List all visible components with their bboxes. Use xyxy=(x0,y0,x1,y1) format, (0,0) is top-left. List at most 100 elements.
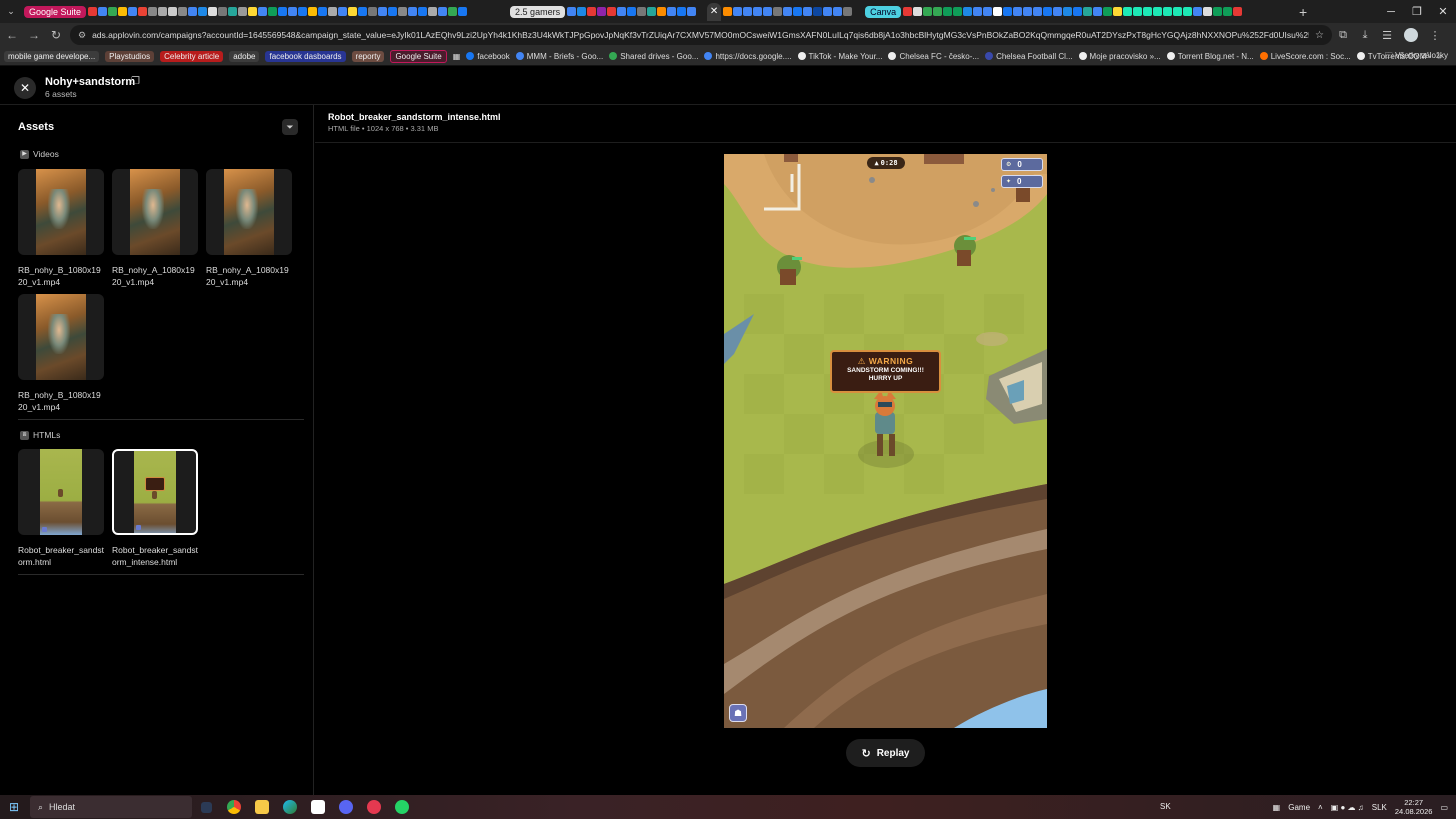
game-scene xyxy=(724,154,1047,728)
url-text[interactable]: ads.applovin.com/campaigns?accountId=164… xyxy=(92,30,1309,40)
videos-label: Videos xyxy=(33,149,59,159)
edge-icon[interactable] xyxy=(276,795,304,819)
bookmark-label: Chelsea Football Cl... xyxy=(996,51,1073,61)
video-asset[interactable]: RB_nohy_B_1080x1920_v1.mp4 xyxy=(18,169,104,288)
pinned-tab-favicons[interactable] xyxy=(88,7,508,16)
bookmark-folder[interactable]: reporty xyxy=(351,50,385,62)
file-explorer-icon[interactable] xyxy=(248,795,276,819)
windows-taskbar: ⊞ ⌕ Hledat SK ▦ Game ˄ ▣ ● ☁ ♫ SLK 22:27… xyxy=(0,795,1456,819)
tray-language[interactable]: SLK xyxy=(1372,803,1387,812)
counter-value: 0 xyxy=(1017,160,1022,169)
app-icon[interactable] xyxy=(360,795,388,819)
tab-group-gamers[interactable]: 2.5 gamers xyxy=(510,5,566,18)
htmls-section-label: ⧈ HTMLs xyxy=(20,430,60,440)
bookmark-link[interactable]: LiveScore.com : Soc... xyxy=(1259,52,1351,61)
input-language[interactable]: SK xyxy=(1160,802,1171,811)
filter-icon[interactable]: ⏷ xyxy=(282,119,298,135)
asset-name: RB_nohy_B_1080x1920_v1.mp4 xyxy=(18,265,101,287)
download-icon[interactable]: ⤓ xyxy=(1354,29,1376,42)
asset-name: Robot_breaker_sandstorm_intense.html xyxy=(112,545,199,567)
game-menu-icon[interactable]: ☗ xyxy=(729,704,747,722)
tab-favicons-right[interactable] xyxy=(723,7,863,16)
media-controls-icon[interactable]: ☰ xyxy=(1376,29,1398,42)
video-thumbnail[interactable] xyxy=(112,169,198,255)
html-thumbnail[interactable] xyxy=(18,449,104,535)
video-thumbnail[interactable] xyxy=(18,294,104,380)
window-controls: ─ ❐ ✕ xyxy=(1378,0,1456,23)
address-bar[interactable]: ⚙ ads.applovin.com/campaigns?accountId=1… xyxy=(70,25,1332,45)
site-settings-icon[interactable]: ⚙ xyxy=(78,30,86,41)
restore-icon[interactable]: ❐ xyxy=(1404,0,1430,23)
task-view-icon[interactable] xyxy=(192,795,220,819)
bookmark-folder[interactable]: Celebrity article xyxy=(160,50,224,62)
new-tab-plus-icon[interactable]: + xyxy=(1293,4,1313,20)
bookmark-link[interactable]: TikTok - Make Your... xyxy=(797,52,882,61)
chevron-up-icon[interactable]: ˄ xyxy=(1318,803,1323,812)
gear-icon: ⚙ xyxy=(1006,162,1012,168)
weather-icon[interactable]: ▦ xyxy=(1273,803,1281,812)
clock[interactable]: 22:27 24.08.2026 xyxy=(1395,798,1433,816)
asset-count: 6 assets xyxy=(45,89,77,99)
tab-group-google-suite[interactable]: Google Suite xyxy=(24,5,87,18)
bookmark-link[interactable]: https://docs.google.... xyxy=(704,52,792,61)
bookmark-label: MMM - Briefs - Goo... xyxy=(526,51,604,61)
tab-search-icon[interactable]: ⌄ xyxy=(0,0,22,23)
video-thumbnail[interactable] xyxy=(206,169,292,255)
html-asset-selected[interactable]: Robot_breaker_sandstorm_intense.html xyxy=(112,449,198,568)
bookmark-folder[interactable]: Playstudios xyxy=(105,50,155,62)
bookmark-link[interactable]: Torrent Blog.net - N... xyxy=(1166,51,1254,61)
windows-start-icon[interactable]: ⊞ xyxy=(0,800,28,814)
whatsapp-icon[interactable] xyxy=(388,795,416,819)
bookmark-link[interactable]: MMM - Briefs - Goo... xyxy=(515,51,604,61)
asset-name: RB_nohy_A_1080x1920_v1.mp4 xyxy=(112,265,195,287)
bookmark-link[interactable]: Chelsea FC - česko-... xyxy=(888,52,979,61)
taskbar-search[interactable]: ⌕ Hledat xyxy=(30,796,192,818)
reload-icon[interactable]: ↻ xyxy=(46,28,66,42)
assets-sidebar: Assets ⏷ ▶ Videos RB_nohy_B_1080x1920_v1… xyxy=(0,105,314,795)
all-bookmarks-folder[interactable]: 🗀 Všetky záložky xyxy=(1385,50,1448,64)
close-icon[interactable]: ✕ xyxy=(14,77,36,99)
clock-date: 24.08.2026 xyxy=(1394,807,1433,816)
bookmark-link[interactable]: Moje pracovisko »... xyxy=(1078,52,1161,61)
extensions-icon[interactable]: ⧉ xyxy=(1332,29,1354,42)
html-thumbnail[interactable] xyxy=(112,449,198,535)
bookmark-folder[interactable]: mobile game develope... xyxy=(4,50,100,62)
bookmark-folder[interactable]: facebook dasboards xyxy=(265,50,346,62)
bookmark-link[interactable]: Chelsea Football Cl... xyxy=(985,51,1073,61)
html-asset[interactable]: Robot_breaker_sandstorm.html xyxy=(18,449,104,568)
video-thumbnail[interactable] xyxy=(18,169,104,255)
window-close-icon[interactable]: ✕ xyxy=(1430,0,1456,23)
browser-menu-icon[interactable]: ⋮ xyxy=(1424,29,1446,42)
bookmark-link[interactable]: Shared drives - Goo... xyxy=(609,52,698,61)
profile-avatar[interactable] xyxy=(1404,28,1418,42)
active-tab-close-icon[interactable]: ✕ xyxy=(707,2,722,21)
tab-favicons-end[interactable] xyxy=(903,7,1293,16)
tab-group-canva[interactable]: Canva xyxy=(865,5,902,18)
video-asset[interactable]: RB_nohy_A_1080x1920_v1.mp4 xyxy=(112,169,198,288)
bookmark-group-google-suite[interactable]: Google Suite xyxy=(390,49,447,63)
playable-ad-preview[interactable]: ▲ 0:28 ⚙ 0 ✦ 0 ⚠ WARNING SANDSTORM COMIN… xyxy=(724,154,1047,728)
resource-counter-1: ⚙ 0 xyxy=(1001,158,1043,171)
bookmark-link[interactable]: facebook xyxy=(466,52,510,61)
preview-divider xyxy=(315,142,1456,143)
weather-label[interactable]: Game xyxy=(1288,803,1310,812)
chrome-icon[interactable] xyxy=(220,795,248,819)
tab-favicons-middle[interactable] xyxy=(567,7,705,16)
forward-arrow-icon[interactable]: → xyxy=(24,28,44,42)
notifications-icon[interactable]: ▭ xyxy=(1440,803,1448,812)
tray-icons[interactable]: ▣ ● ☁ ♫ xyxy=(1331,803,1364,812)
app-icon[interactable] xyxy=(304,795,332,819)
video-asset[interactable]: RB_nohy_B_1080x1920_v1.mp4 xyxy=(18,294,104,413)
back-arrow-icon[interactable]: ← xyxy=(2,28,22,42)
apps-grid-icon[interactable]: ▦ xyxy=(453,52,461,61)
bookmark-star-icon[interactable]: ☆ xyxy=(1315,30,1324,41)
bookmark-folder[interactable]: adobe xyxy=(229,50,260,62)
replay-button[interactable]: ↻ Replay xyxy=(846,739,925,767)
minimize-icon[interactable]: ─ xyxy=(1378,0,1404,23)
bookmark-label: Torrent Blog.net - N... xyxy=(1177,51,1254,61)
browser-toolbar: ← → ↻ ⚙ ads.applovin.com/campaigns?accou… xyxy=(0,23,1456,47)
video-asset[interactable]: RB_nohy_A_1080x1920_v1.mp4 xyxy=(206,169,292,288)
section-divider xyxy=(18,419,304,420)
copy-icon[interactable]: ❐ xyxy=(131,76,140,87)
discord-icon[interactable] xyxy=(332,795,360,819)
